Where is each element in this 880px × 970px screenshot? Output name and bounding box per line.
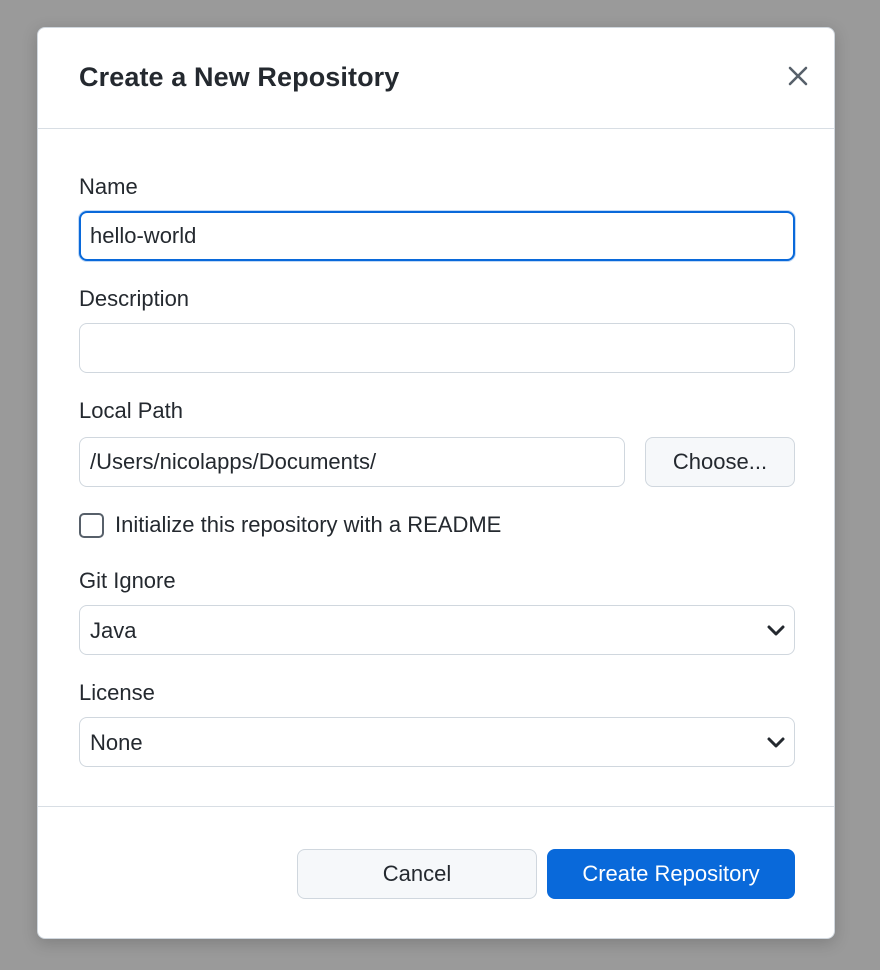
close-button[interactable] [784, 62, 812, 90]
description-input[interactable] [79, 323, 795, 373]
cancel-button[interactable]: Cancel [297, 849, 537, 899]
description-label: Description [79, 286, 190, 311]
create-repository-button[interactable]: Create Repository [547, 849, 795, 899]
readme-checkbox-label[interactable]: Initialize this repository with a README [115, 512, 501, 538]
name-input[interactable] [79, 211, 795, 261]
name-label: Name [79, 174, 138, 199]
footer-divider [38, 806, 834, 807]
readme-option: Initialize this repository with a README [79, 511, 501, 539]
git-ignore-label: Git Ignore [79, 568, 176, 593]
dialog-header: Create a New Repository [38, 28, 834, 129]
local-path-input[interactable] [79, 437, 625, 487]
git-ignore-select[interactable]: Java [79, 605, 795, 655]
dialog-title: Create a New Repository [79, 62, 400, 92]
license-select[interactable]: None [79, 717, 795, 767]
chevron-down-icon [767, 737, 785, 748]
chevron-down-icon [767, 625, 785, 636]
git-ignore-value: Java [90, 618, 137, 643]
local-path-label: Local Path [79, 398, 183, 423]
create-repository-dialog: Create a New Repository Name Description… [37, 27, 835, 939]
license-value: None [90, 730, 143, 755]
choose-path-button[interactable]: Choose... [645, 437, 795, 487]
license-label: License [79, 680, 155, 705]
readme-checkbox[interactable] [79, 512, 104, 538]
close-icon [788, 66, 808, 86]
